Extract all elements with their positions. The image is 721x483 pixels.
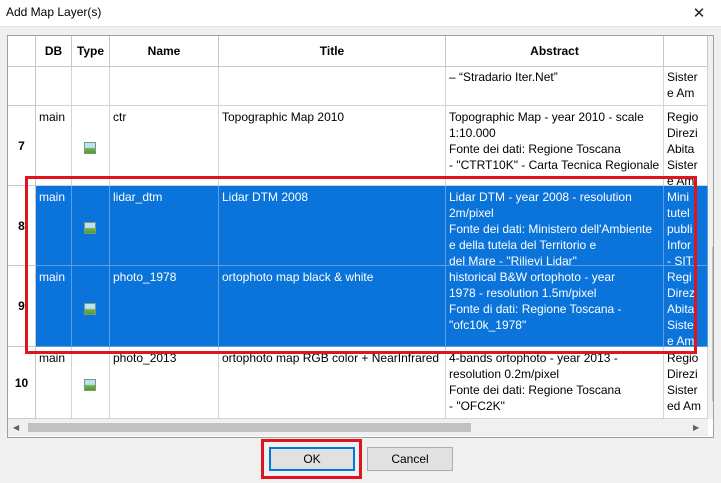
- selection-highlight-box: [25, 176, 697, 354]
- row-number-label: 10: [14, 375, 29, 390]
- scroll-up-arrow-icon[interactable]: ▲: [713, 39, 714, 48]
- cell-abstract: 4-bands ortophoto - year 2013 - resolutio…: [446, 347, 664, 419]
- raster-layer-icon: [84, 142, 96, 154]
- abstract-line: Fonte dei dati: Regione Toscana: [449, 383, 621, 397]
- extra-line: Sister: [667, 158, 698, 172]
- abstract-line: - "OFC2K": [449, 399, 505, 413]
- title-bar: Add Map Layer(s) ✕: [0, 0, 721, 27]
- scroll-down-arrow-icon[interactable]: ▼: [713, 406, 714, 415]
- row-number-label: 7: [18, 138, 25, 153]
- cell-title: [219, 67, 446, 106]
- extra-line: e Am: [667, 86, 695, 100]
- abstract-line: resolution 0.2m/pixel: [449, 367, 560, 381]
- table-row[interactable]: – “Stradario Iter.Net” Sister e Am: [8, 67, 708, 106]
- table-row[interactable]: 10 main photo_2013 ortophoto map RGB color …: [8, 347, 708, 419]
- scroll-right-arrow-icon[interactable]: ▶: [693, 423, 699, 432]
- row-number: [8, 67, 36, 106]
- column-header-name[interactable]: Name: [110, 36, 219, 67]
- cell-db: [36, 67, 72, 106]
- column-header-type[interactable]: Type: [72, 36, 110, 67]
- cell-type: [72, 347, 110, 419]
- row-number: 10: [8, 347, 36, 419]
- extra-line: Abita: [667, 142, 695, 156]
- cell-extra: Sister e Am: [664, 67, 708, 106]
- cell-title: Topographic Map 2010: [219, 106, 446, 186]
- column-header-db[interactable]: DB: [36, 36, 72, 67]
- column-header-abstract[interactable]: Abstract: [446, 36, 664, 67]
- extra-line: Direzi: [667, 126, 698, 140]
- ok-highlight-box: [261, 439, 362, 479]
- table-header: DB Type Name Title Abstract: [8, 36, 708, 67]
- cell-extra: Regio Direzi Abita Sister e Am: [664, 106, 708, 186]
- extra-line: Sister: [667, 383, 698, 397]
- vertical-scroll-thumb[interactable]: [712, 247, 713, 401]
- corner-header: [8, 36, 36, 67]
- cell-extra: Regio Direzi Sister ed Am: [664, 347, 708, 419]
- cell-name: photo_2013: [110, 347, 219, 419]
- vertical-scrollbar[interactable]: ▲ ▼: [708, 36, 714, 419]
- extra-line: Sister: [667, 70, 698, 84]
- abstract-line: - "CTRT10K" - Carta Tecnica Regionale: [449, 158, 660, 172]
- extra-line: Regio: [667, 110, 699, 124]
- horizontal-scrollbar[interactable]: ◀ ▶: [8, 419, 708, 436]
- cell-name: ctr: [110, 106, 219, 186]
- horizontal-scroll-thumb[interactable]: [28, 423, 471, 432]
- cell-db: main: [36, 347, 72, 419]
- column-header-extra[interactable]: [664, 36, 708, 67]
- raster-layer-icon: [84, 379, 96, 391]
- extra-line: Direzi: [667, 367, 698, 381]
- cell-db: main: [36, 106, 72, 186]
- window-title: Add Map Layer(s): [6, 5, 102, 19]
- abstract-line: 1:10.000: [449, 126, 496, 140]
- cell-type: [72, 67, 110, 106]
- cell-name: [110, 67, 219, 106]
- row-number: 7: [8, 106, 36, 186]
- scroll-left-arrow-icon[interactable]: ◀: [13, 423, 19, 432]
- row-number-label: 8: [18, 218, 25, 233]
- table-row[interactable]: 7 main ctr Topographic Map 2010 Topographic …: [8, 106, 708, 186]
- row-number-label: 9: [18, 299, 25, 313]
- cell-abstract: – “Stradario Iter.Net”: [446, 67, 664, 106]
- extra-line: ed Am: [667, 399, 702, 413]
- cancel-button[interactable]: Cancel: [367, 447, 453, 471]
- column-header-title[interactable]: Title: [219, 36, 446, 67]
- abstract-line: – “Stradario Iter.Net”: [449, 70, 558, 84]
- cell-title: ortophoto map RGB color + NearInfrared: [219, 347, 446, 419]
- cell-abstract: Topographic Map - year 2010 - scale 1:10.…: [446, 106, 664, 186]
- abstract-line: Fonte dei dati: Regione Toscana: [449, 142, 621, 156]
- close-icon[interactable]: ✕: [677, 0, 721, 26]
- abstract-line: Topographic Map - year 2010 - scale: [449, 110, 644, 124]
- cell-type: [72, 106, 110, 186]
